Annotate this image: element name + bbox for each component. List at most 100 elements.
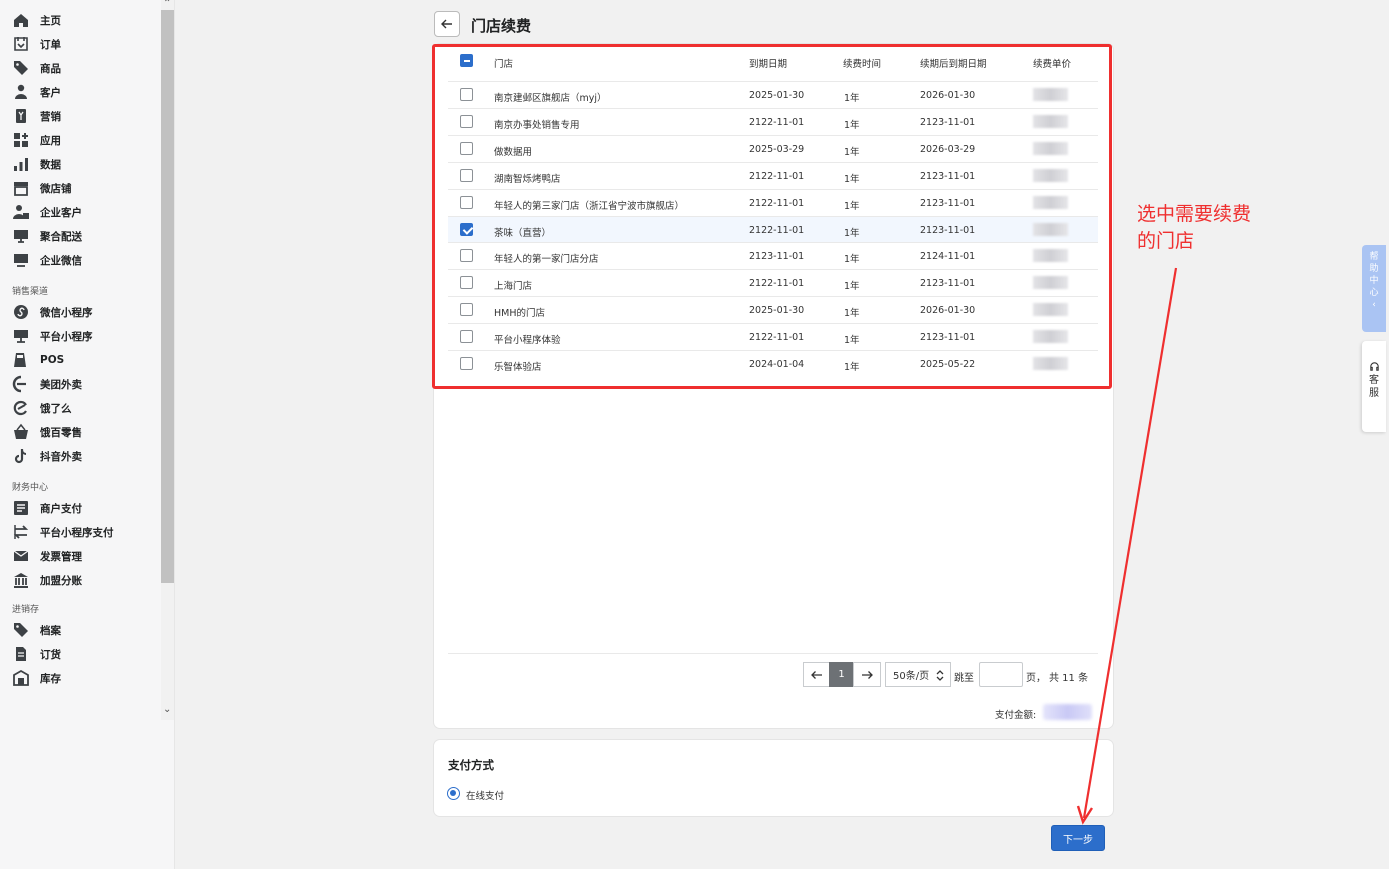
sidebar-item-label: 营销 xyxy=(40,110,61,123)
renew-duration: 1年 xyxy=(844,146,860,158)
document-icon xyxy=(12,645,30,663)
renew-duration: 1年 xyxy=(844,200,860,212)
row-checkbox[interactable] xyxy=(460,222,473,236)
row-checkbox[interactable] xyxy=(460,357,473,370)
page-unit-label: 页， xyxy=(1026,673,1046,684)
sidebar-item-label: 商户支付 xyxy=(40,502,82,515)
row-checkbox[interactable] xyxy=(460,141,473,155)
prev-page-button[interactable] xyxy=(803,662,830,687)
table-row[interactable]: 南京建邺区旗舰店（myj） 2025-01-30 1年 2026-01-30 xyxy=(448,81,1098,108)
select-arrows-icon xyxy=(936,670,944,681)
store-name: 平台小程序体验 xyxy=(494,335,561,347)
online-payment-label[interactable]: 在线支付 xyxy=(466,788,504,802)
customer-service-tab[interactable]: 客 服 xyxy=(1362,341,1386,432)
order-icon xyxy=(12,35,30,53)
table-row[interactable]: 年轻人的第三家门店（浙江省宁波市旗舰店） 2122-11-01 1年 2123-11-… xyxy=(448,188,1098,216)
person-icon xyxy=(12,83,30,101)
table-row[interactable]: 乐智体验店 2024-01-04 1年 2025-05-22 xyxy=(448,350,1098,377)
sidebar-item-main-0[interactable]: 主页 xyxy=(12,10,61,30)
header-unit-price: 续费单价 xyxy=(1033,59,1072,70)
tag-icon xyxy=(12,621,30,639)
renew-duration: 1年 xyxy=(844,362,860,373)
renew-duration: 1年 xyxy=(844,227,860,239)
sidebar-item-s1-0[interactable]: 商户支付 xyxy=(12,498,82,518)
unit-price-blurred xyxy=(1033,141,1068,155)
chevron-left-icon: ‹ xyxy=(1372,300,1376,310)
apps-icon xyxy=(12,131,30,149)
sidebar-item-main-9[interactable]: 聚合配送 xyxy=(12,226,82,246)
renew-duration: 1年 xyxy=(844,281,860,293)
sidebar-item-s1-3[interactable]: 加盟分账 xyxy=(12,570,82,590)
new-expiry-date: 2026-01-30 xyxy=(920,305,976,317)
sidebar-item-s0-5[interactable]: 饿百零售 xyxy=(12,422,82,442)
sidebar-item-s0-0[interactable]: 微信小程序 xyxy=(12,302,93,322)
sidebar-item-s0-3[interactable]: 美团外卖 xyxy=(12,374,82,394)
row-checkbox[interactable] xyxy=(460,168,473,182)
row-checkbox[interactable] xyxy=(460,249,473,263)
online-payment-radio[interactable] xyxy=(447,787,460,800)
sidebar-item-s0-2[interactable]: POS xyxy=(12,350,64,370)
unit-price-blurred xyxy=(1033,168,1068,182)
sidebar-item-main-5[interactable]: 应用 xyxy=(12,130,61,150)
header-duration: 续费时间 xyxy=(843,59,882,70)
row-checkbox[interactable] xyxy=(460,276,473,290)
help-center-tab[interactable]: 帮 助 中 心 ‹ xyxy=(1362,245,1386,332)
jump-page-input[interactable] xyxy=(979,662,1023,687)
sidebar-item-label: 美团外卖 xyxy=(40,378,82,391)
sidebar-item-main-3[interactable]: 客户 xyxy=(12,82,61,102)
scroll-up-icon[interactable]: ⌃ xyxy=(163,0,171,9)
header-expiry: 到期日期 xyxy=(749,59,788,70)
next-step-button[interactable]: 下一步 xyxy=(1051,825,1105,851)
table-row[interactable]: 湖南智烁烤鸭店 2122-11-01 1年 2123-11-01 xyxy=(448,161,1098,189)
unit-price-blurred xyxy=(1033,357,1068,370)
meituan-icon xyxy=(12,375,30,393)
sidebar-item-s2-0[interactable]: 档案 xyxy=(12,620,61,640)
table-row[interactable]: 南京办事处销售专用 2122-11-01 1年 2123-11-01 xyxy=(448,107,1098,135)
table-row[interactable]: 平台小程序体验 2122-11-01 1年 2123-11-01 xyxy=(448,323,1098,350)
sidebar-item-s0-1[interactable]: 平台小程序 xyxy=(12,326,93,346)
sidebar-item-main-10[interactable]: 企业微信 xyxy=(12,250,82,270)
sidebar-item-main-2[interactable]: 商品 xyxy=(12,58,61,78)
table-row[interactable]: 上海门店 2122-11-01 1年 2123-11-01 xyxy=(448,269,1098,296)
row-checkbox[interactable] xyxy=(460,330,473,344)
table-row[interactable]: 茶味（直营） 2122-11-01 1年 2123-11-01 xyxy=(448,215,1098,243)
sidebar-item-s1-1[interactable]: 平台小程序支付 xyxy=(12,522,114,542)
back-button[interactable] xyxy=(434,11,460,37)
scroll-down-icon[interactable]: ⌄ xyxy=(163,704,171,715)
sidebar-item-main-1[interactable]: 订单 xyxy=(12,34,61,54)
sidebar-item-main-6[interactable]: 数据 xyxy=(12,154,61,174)
store-name: 乐智体验店 xyxy=(494,362,542,373)
sidebar-item-main-8[interactable]: 企业客户 xyxy=(12,202,82,222)
table-row[interactable]: HMH的门店 2025-01-30 1年 2026-01-30 xyxy=(448,296,1098,323)
sidebar-item-s1-2[interactable]: 发票管理 xyxy=(12,546,82,566)
sidebar-scrollbar-thumb[interactable] xyxy=(161,10,174,583)
sidebar-item-s2-2[interactable]: 库存 xyxy=(12,668,61,688)
expiry-date: 2025-01-30 xyxy=(749,90,805,101)
sidebar-item-s2-1[interactable]: 订货 xyxy=(12,644,61,664)
row-checkbox[interactable] xyxy=(460,114,473,128)
row-checkbox[interactable] xyxy=(460,88,473,101)
sidebar-item-s0-4[interactable]: 饿了么 xyxy=(12,398,72,418)
select-all-checkbox[interactable] xyxy=(460,54,473,67)
page-size-select[interactable]: 50条/页 xyxy=(885,662,951,687)
sidebar-item-label: 企业微信 xyxy=(40,254,82,267)
sidebar-item-main-7[interactable]: 微店铺 xyxy=(12,178,72,198)
row-checkbox[interactable] xyxy=(460,303,473,317)
sidebar-item-label: 应用 xyxy=(40,134,61,147)
sidebar-item-label: 加盟分账 xyxy=(40,574,82,587)
next-page-button[interactable] xyxy=(853,662,881,687)
sidebar-item-main-4[interactable]: 营销 xyxy=(12,106,61,126)
table-row[interactable]: 做数据用 2025-03-29 1年 2026-03-29 xyxy=(448,134,1098,162)
page-button-current[interactable]: 1 xyxy=(829,662,854,687)
sidebar-section-title: 财务中心 xyxy=(12,483,49,493)
store-name: 做数据用 xyxy=(494,146,533,158)
sidebar-item-label: 饿百零售 xyxy=(40,426,82,439)
new-expiry-date: 2123-11-01 xyxy=(920,224,976,236)
row-checkbox[interactable] xyxy=(460,195,473,209)
sidebar-item-s0-6[interactable]: 抖音外卖 xyxy=(12,446,82,466)
table-row[interactable]: 年轻人的第一家门店分店 2123-11-01 1年 2124-11-01 xyxy=(448,242,1098,269)
arrow-left-icon xyxy=(441,19,452,29)
sidebar-item-label: 平台小程序 xyxy=(40,330,93,343)
sidebar-item-label: 聚合配送 xyxy=(40,230,82,243)
renew-duration: 1年 xyxy=(844,308,860,320)
